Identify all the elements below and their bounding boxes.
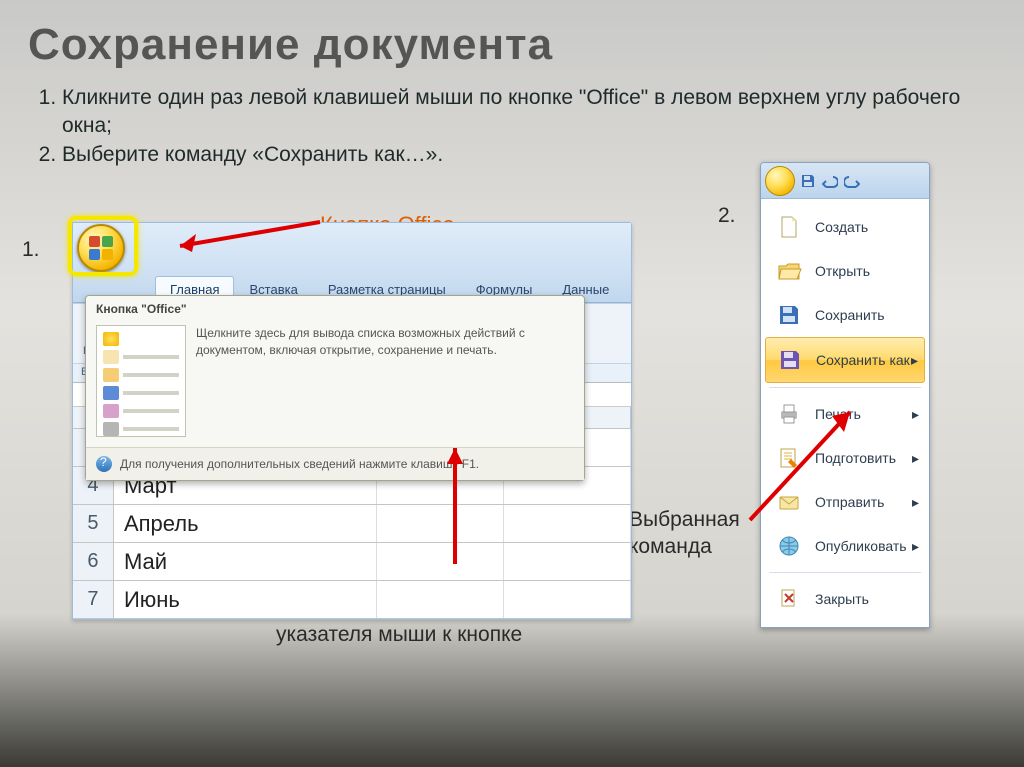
screenshot-excel-tooltip: Главная Вставка Разметка страницы Формул…	[72, 222, 632, 620]
label-selected-cmd: Выбранная команда	[629, 506, 759, 561]
menu-separator	[769, 572, 921, 573]
cell[interactable]	[504, 543, 631, 580]
cell[interactable]	[377, 581, 504, 618]
chevron-right-icon: ▸	[912, 538, 919, 555]
tooltip-title: Кнопка "Office"	[86, 296, 584, 319]
save-as-disk-icon	[774, 344, 806, 376]
menu-label: Закрыть	[815, 591, 869, 607]
instruction-item: Кликните один раз левой клавишей мыши по…	[62, 84, 996, 140]
menu-label: Опубликовать	[815, 538, 907, 554]
slide-title: Сохранение документа	[28, 20, 996, 70]
cell[interactable]	[377, 543, 504, 580]
cell[interactable]: Апрель	[114, 505, 377, 542]
tooltip-thumbnail	[96, 325, 186, 437]
chevron-right-icon: ▸	[912, 406, 919, 423]
help-icon	[96, 456, 112, 472]
office-logo-icon	[89, 236, 113, 260]
cell[interactable]	[504, 505, 631, 542]
menu-label: Сохранить	[815, 307, 885, 323]
office-small-icon	[103, 332, 119, 346]
menu-item-new[interactable]: Создать	[765, 205, 925, 249]
menu-item-send[interactable]: Отправить ▸	[765, 480, 925, 524]
table-row: 7 Июнь	[73, 581, 631, 619]
folder-open-icon	[773, 255, 805, 287]
cell[interactable]: Май	[114, 543, 377, 580]
menu-label: Открыть	[815, 263, 870, 279]
cell[interactable]	[377, 505, 504, 542]
prepare-icon	[773, 442, 805, 474]
menu-item-open[interactable]: Открыть	[765, 249, 925, 293]
close-doc-icon	[773, 583, 805, 615]
menu-item-publish[interactable]: Опубликовать ▸	[765, 524, 925, 568]
marker-2: 2.	[718, 204, 736, 228]
screenshot-office-menu: Создать Открыть Сохранить Сохранить как	[760, 162, 930, 628]
save-icon[interactable]	[799, 172, 817, 190]
row-header[interactable]: 5	[73, 505, 114, 542]
instruction-list: Кликните один раз левой клавишей мыши по…	[28, 84, 996, 169]
menu-label: Подготовить	[815, 450, 896, 466]
row-header[interactable]: 7	[73, 581, 114, 618]
menu-label: Отправить	[815, 494, 884, 510]
send-mail-icon	[773, 486, 805, 518]
menu-item-prepare[interactable]: Подготовить ▸	[765, 436, 925, 480]
office-button[interactable]	[77, 224, 125, 272]
chevron-right-icon: ▸	[911, 352, 918, 369]
chevron-right-icon: ▸	[912, 494, 919, 511]
save-disk-icon	[773, 299, 805, 331]
office-menu: Создать Открыть Сохранить Сохранить как	[761, 199, 929, 627]
cell[interactable]: Июнь	[114, 581, 377, 618]
cell[interactable]	[504, 581, 631, 618]
tooltip-body-text: Щелкните здесь для вывода списка возможн…	[196, 325, 574, 437]
table-row: 5 Апрель	[73, 505, 631, 543]
marker-1: 1.	[22, 238, 40, 262]
tooltip-help-text: Для получения дополнительных сведений на…	[120, 457, 479, 471]
publish-globe-icon	[773, 530, 805, 562]
office-button[interactable]	[765, 166, 795, 196]
undo-icon[interactable]	[821, 172, 839, 190]
menu-item-print[interactable]: Печать ▸	[765, 392, 925, 436]
office-button-tooltip: Кнопка "Office" Щелкните здесь для вывод…	[85, 295, 585, 481]
printer-icon	[773, 398, 805, 430]
menu-label: Печать	[815, 406, 861, 422]
redo-icon[interactable]	[843, 172, 861, 190]
menu-label: Сохранить как	[816, 352, 910, 368]
menu-item-close[interactable]: Закрыть	[765, 577, 925, 621]
row-header[interactable]: 6	[73, 543, 114, 580]
menu-item-save[interactable]: Сохранить	[765, 293, 925, 337]
menu-separator	[769, 387, 921, 388]
chevron-right-icon: ▸	[912, 450, 919, 467]
table-row: 6 Май	[73, 543, 631, 581]
menu-item-save-as[interactable]: Сохранить как ▸	[765, 337, 925, 383]
new-file-icon	[773, 211, 805, 243]
menu-label: Создать	[815, 219, 868, 235]
